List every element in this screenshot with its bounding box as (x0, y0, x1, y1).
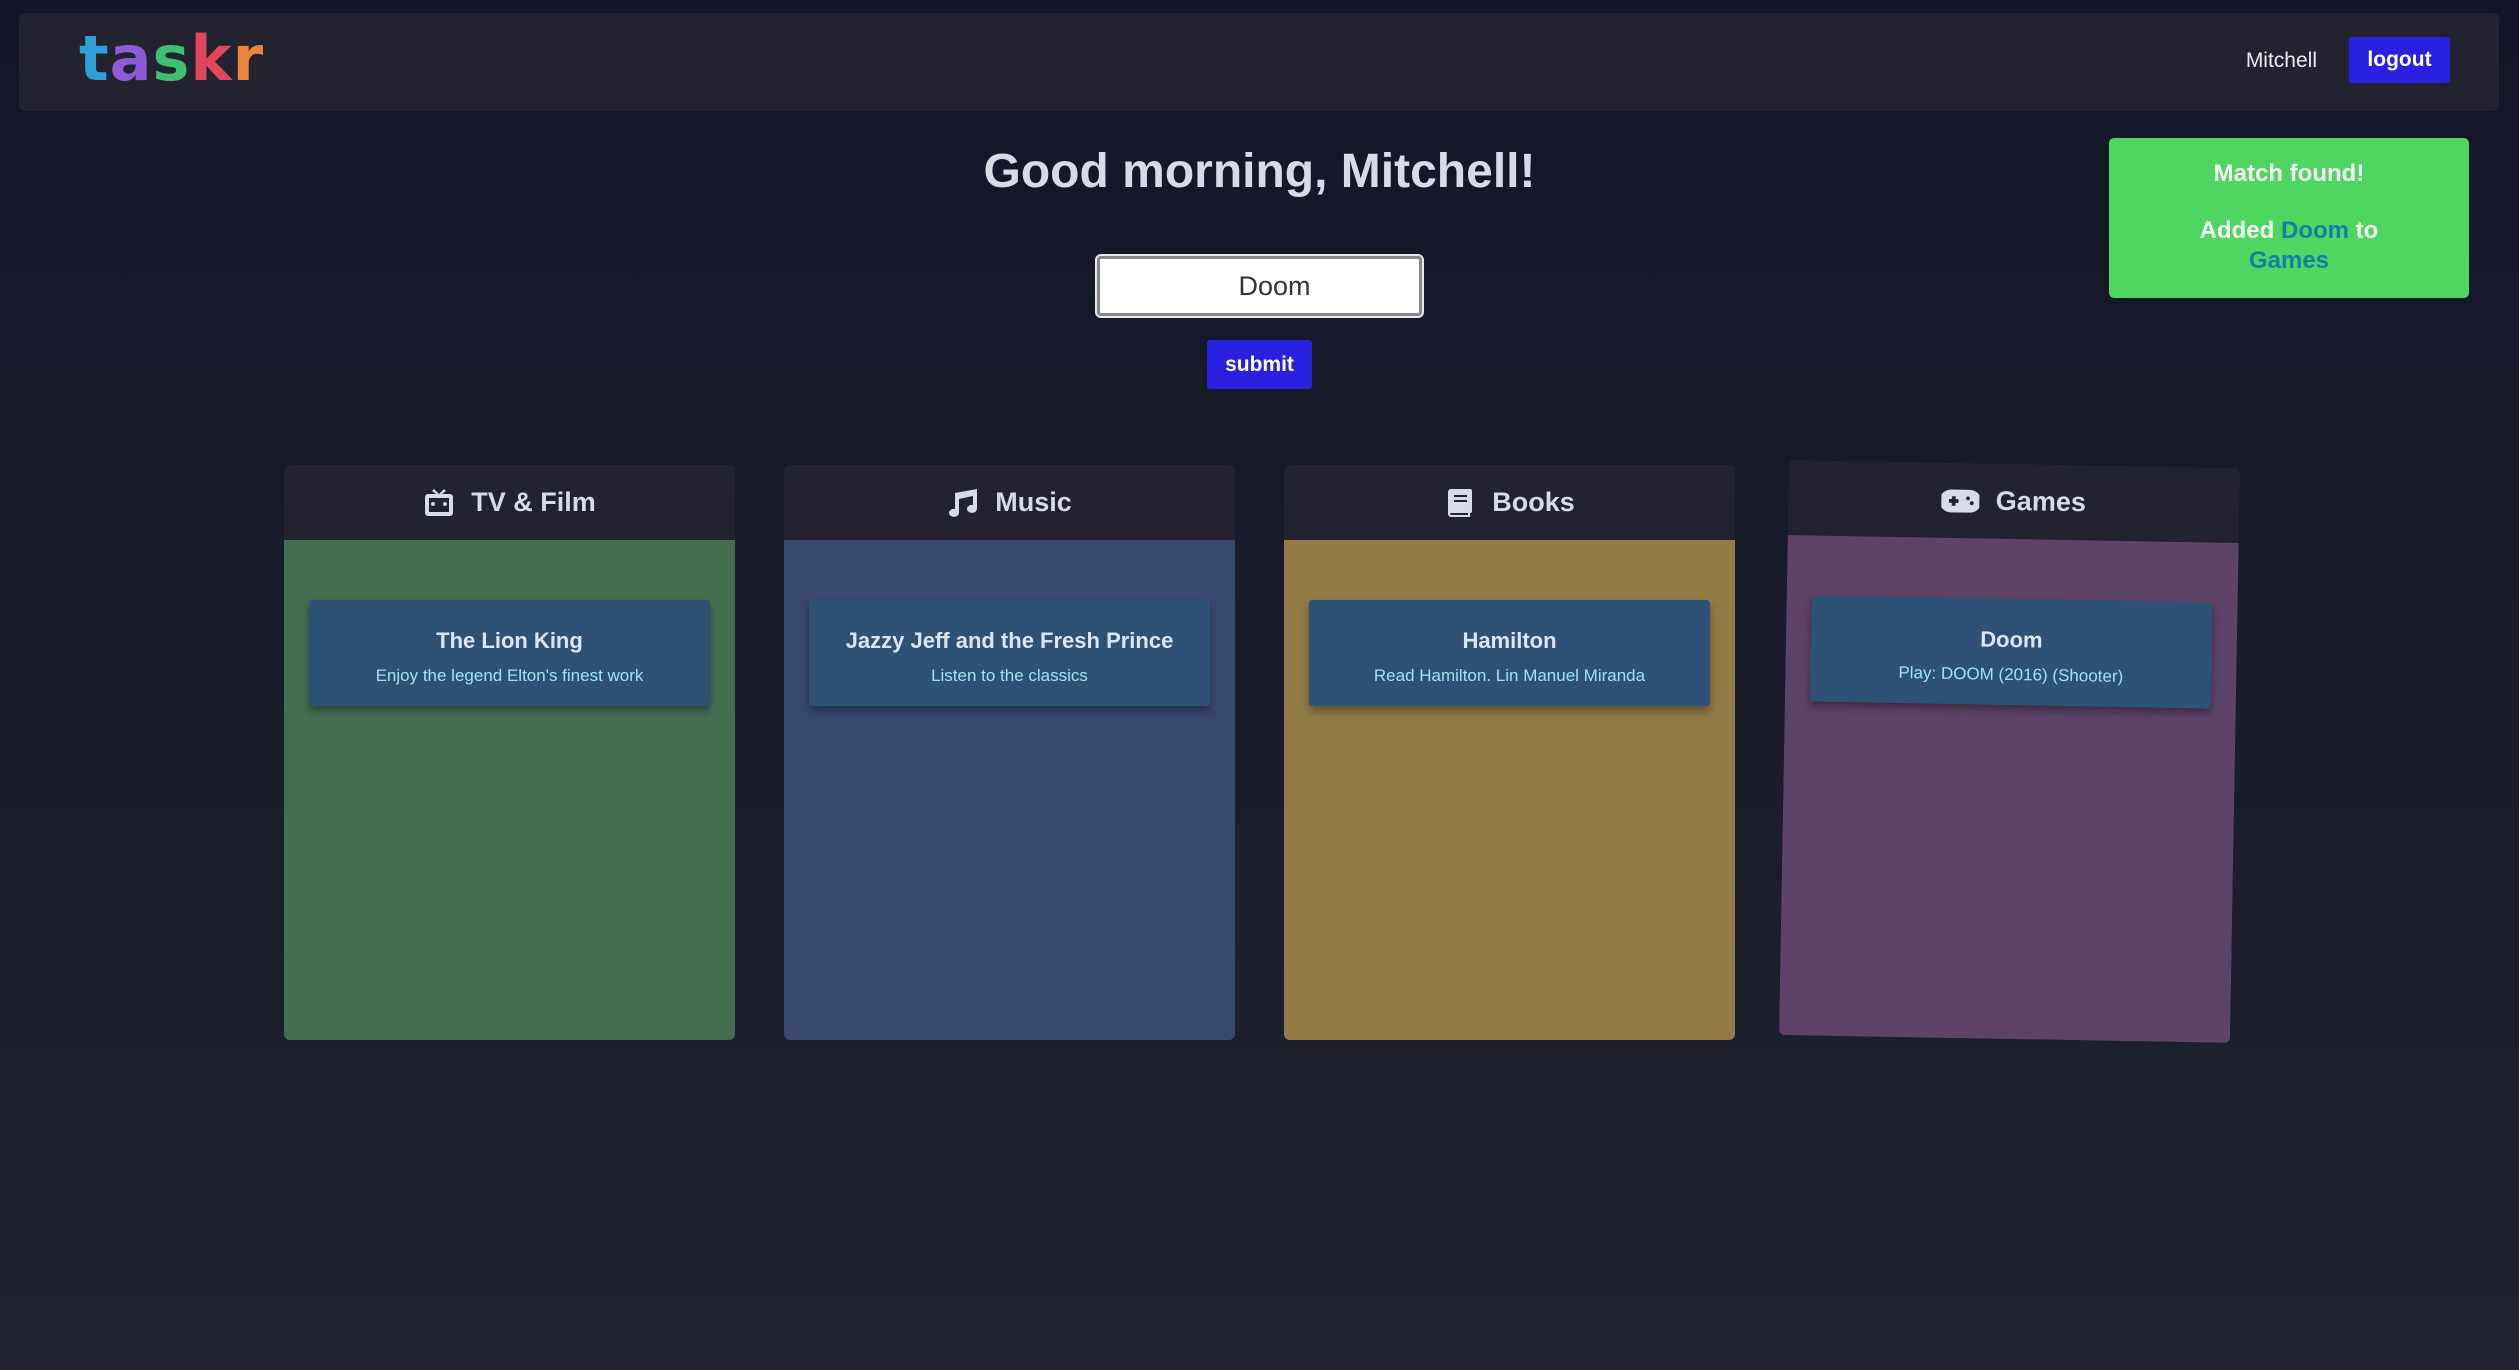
tv-icon (425, 488, 454, 516)
column-body: The Lion King Enjoy the legend Elton's f… (284, 540, 735, 1040)
toast-item-link: Doom (2281, 217, 2349, 244)
task-card[interactable]: The Lion King Enjoy the legend Elton's f… (309, 600, 710, 706)
card-title: Doom (1980, 626, 2043, 653)
toast-middle: to (2355, 217, 2379, 244)
column-games: Games Doom Play: DOOM (2016) (Shooter) (1779, 460, 2240, 1043)
column-title: TV & Film (471, 487, 596, 517)
book-icon (1448, 488, 1473, 517)
card-title: Jazzy Jeff and the Fresh Prince (845, 628, 1174, 653)
task-card[interactable]: Jazzy Jeff and the Fresh Prince Listen t… (809, 600, 1210, 706)
taskr-logo[interactable]: taskr (79, 27, 264, 91)
music-note-icon (949, 488, 978, 517)
toast-message: Added Doom to Games (2109, 216, 2469, 276)
column-title: Music (995, 487, 1072, 517)
column-body: Jazzy Jeff and the Fresh Prince Listen t… (784, 540, 1235, 1040)
column-header: TV & Film (284, 465, 735, 540)
toast-title: Match found! (2213, 160, 2365, 187)
card-subtitle: Read Hamilton. Lin Manuel Miranda (1373, 666, 1646, 685)
column-title: Games (1995, 485, 2087, 518)
column-title: Books (1492, 487, 1575, 517)
column-tv-film: TV & Film The Lion King Enjoy the legend… (284, 465, 735, 1040)
card-title: Hamilton (1462, 628, 1557, 653)
search-input[interactable] (1095, 254, 1424, 318)
card-subtitle: Play: DOOM (2016) (Shooter) (1898, 663, 2124, 686)
toast-prefix: Added (2199, 217, 2275, 244)
task-card[interactable]: Doom Play: DOOM (2016) (Shooter) (1809, 595, 2213, 709)
column-body: Hamilton Read Hamilton. Lin Manuel Miran… (1284, 540, 1735, 1040)
navbar: taskr Mitchell logout (19, 13, 2499, 111)
task-card[interactable]: Hamilton Read Hamilton. Lin Manuel Miran… (1309, 600, 1710, 706)
column-books: Books Hamilton Read Hamilton. Lin Manuel… (1284, 465, 1735, 1040)
column-header: Books (1284, 465, 1735, 540)
card-subtitle: Enjoy the legend Elton's finest work (375, 666, 644, 685)
toast-category-link: Games (2248, 247, 2330, 274)
gamepad-icon (1941, 489, 1981, 513)
logout-button[interactable]: logout (2349, 37, 2450, 83)
card-title: The Lion King (436, 628, 583, 653)
column-body: Doom Play: DOOM (2016) (Shooter) (1779, 535, 2239, 1043)
column-header: Games (1787, 460, 2240, 543)
column-music: Music Jazzy Jeff and the Fresh Prince Li… (784, 465, 1235, 1040)
column-header: Music (784, 465, 1235, 540)
submit-button[interactable]: submit (1207, 340, 1312, 389)
card-subtitle: Listen to the classics (931, 666, 1088, 685)
match-toast: Match found! Added Doom to Games (2109, 138, 2469, 298)
username-label: Mitchell (2245, 49, 2317, 72)
